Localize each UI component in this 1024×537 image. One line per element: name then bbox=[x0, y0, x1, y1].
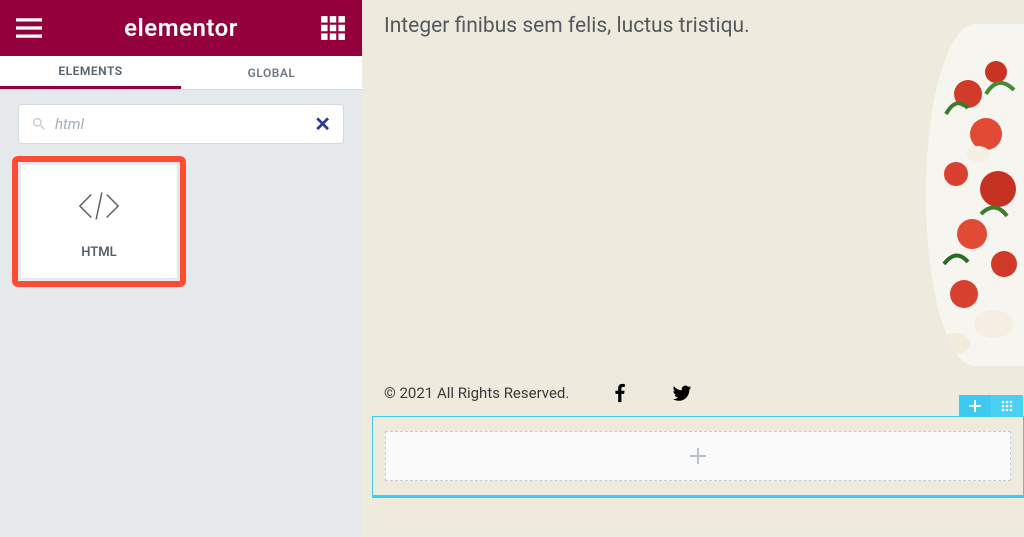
widget-html[interactable]: HTML bbox=[20, 164, 178, 279]
dropzone[interactable] bbox=[385, 431, 1011, 481]
widget-highlight: HTML bbox=[12, 156, 186, 287]
code-icon bbox=[76, 183, 122, 229]
menu-icon[interactable] bbox=[16, 15, 42, 41]
search-box[interactable]: ✕ bbox=[18, 104, 344, 144]
plus-icon bbox=[969, 400, 981, 412]
add-section-button[interactable] bbox=[959, 395, 991, 417]
editor-canvas[interactable]: Integer finibus sem felis, luctus tristi… bbox=[362, 0, 1024, 537]
hero-image bbox=[926, 24, 1024, 366]
facebook-icon[interactable] bbox=[609, 382, 631, 404]
brand-logo: elementor bbox=[124, 14, 238, 42]
search-input[interactable] bbox=[55, 115, 306, 133]
apps-icon[interactable] bbox=[320, 15, 346, 41]
search-icon bbox=[31, 116, 47, 132]
tab-global[interactable]: GLOBAL bbox=[181, 56, 362, 89]
copyright-text: © 2021 All Rights Reserved. bbox=[384, 384, 569, 402]
tab-elements[interactable]: ELEMENTS bbox=[0, 56, 181, 89]
new-section-frame bbox=[372, 416, 1024, 498]
clear-search-icon[interactable]: ✕ bbox=[314, 114, 331, 134]
intro-paragraph: Integer finibus sem felis, luctus tristi… bbox=[384, 14, 750, 38]
grip-icon bbox=[1001, 400, 1013, 412]
twitter-icon[interactable] bbox=[671, 382, 693, 404]
plus-icon bbox=[688, 446, 708, 466]
widget-label: HTML bbox=[81, 245, 116, 260]
section-grip-button[interactable] bbox=[991, 395, 1023, 417]
